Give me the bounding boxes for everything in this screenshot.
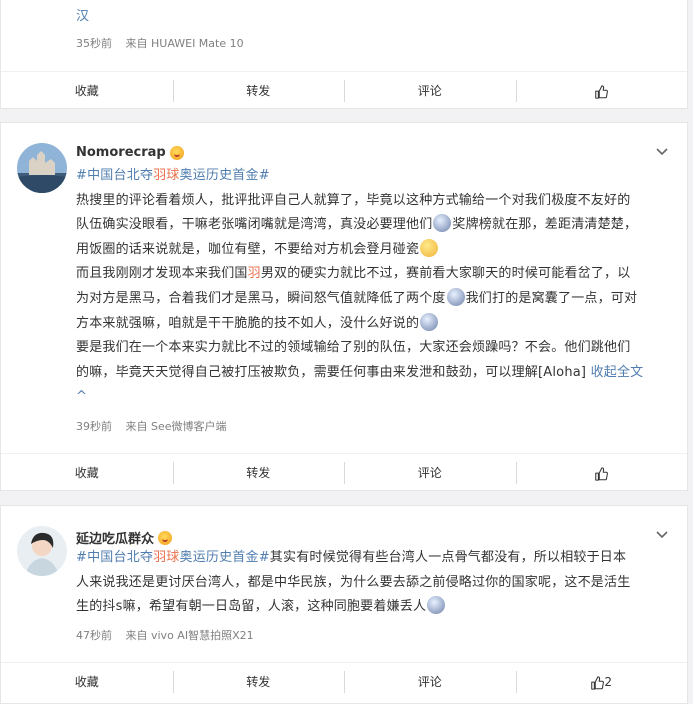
chevron-down-icon[interactable] — [655, 143, 669, 157]
repost-button[interactable]: 转发 — [172, 670, 345, 693]
post-source[interactable]: 来自 vivo AI智慧拍照X21 — [126, 629, 254, 642]
post-source[interactable]: 来自 See微博客户端 — [126, 420, 227, 433]
post-source[interactable]: 来自 HUAWEI Mate 10 — [126, 37, 244, 50]
action-bar: 收藏 转发 评论 — [1, 453, 687, 491]
username[interactable]: 延边吃瓜群众 — [76, 528, 154, 547]
thumbs-up-icon — [594, 466, 609, 481]
action-bar: 收藏 转发 评论 — [1, 71, 687, 109]
favorite-button[interactable]: 收藏 — [1, 80, 173, 102]
post-body: #中国台北夺羽球奥运历史首金# 热搜里的评论看着烦人，批评批评自己人就算了，毕竟… — [76, 168, 644, 405]
like-button[interactable] — [515, 79, 688, 102]
vip-badge-icon — [158, 530, 173, 545]
like-count: 2 — [604, 674, 613, 689]
post-card-3: 延边吃瓜群众 #中国台北夺羽球奥运历史首金#其实有时候觉得有些台湾人一点骨气都没… — [0, 505, 688, 704]
comment-button[interactable]: 评论 — [344, 79, 516, 102]
collapse-arrow[interactable]: ^ — [76, 389, 87, 404]
post-body: #中国台北夺羽球奥运历史首金#其实有时候觉得有些台湾人一点骨气都没有，所以相较于… — [76, 550, 631, 615]
emoji-icon — [446, 287, 465, 306]
chevron-down-icon[interactable] — [655, 526, 669, 540]
hashtag-link[interactable]: #中国台北夺羽球奥运历史首金# — [76, 168, 270, 183]
post-meta: 35秒前 来自 HUAWEI Mate 10 — [76, 35, 254, 51]
post-time[interactable]: 39秒前 — [76, 420, 112, 433]
post-text-tail: 汉 — [76, 9, 90, 24]
favorite-button[interactable]: 收藏 — [1, 462, 173, 484]
post-card-2: Nomorecrap #中国台北夺羽球奥运历史首金# 热搜里的评论看着烦人，批评… — [0, 122, 688, 491]
comment-button[interactable]: 评论 — [344, 670, 516, 693]
emoji-icon — [427, 596, 446, 615]
hashtag-link[interactable]: #中国台北夺羽球奥运历史首金# — [76, 550, 270, 565]
post-time[interactable]: 35秒前 — [76, 37, 112, 50]
post-meta: 39秒前 来自 See微博客户端 — [76, 418, 237, 434]
repost-button[interactable]: 转发 — [172, 79, 345, 102]
action-bar: 收藏 转发 评论 2 — [1, 662, 687, 700]
repost-button[interactable]: 转发 — [172, 461, 345, 484]
username[interactable]: Nomorecrap — [76, 145, 166, 160]
emoji-icon — [420, 312, 439, 331]
post-time[interactable]: 47秒前 — [76, 629, 112, 642]
post-meta: 47秒前 来自 vivo AI智慧拍照X21 — [76, 627, 264, 643]
like-button[interactable] — [515, 461, 688, 484]
thinking-emoji-icon — [420, 238, 439, 257]
favorite-button[interactable]: 收藏 — [1, 671, 173, 693]
emoji-icon — [433, 214, 452, 233]
vip-badge-icon — [169, 145, 184, 160]
thumbs-up-icon — [594, 84, 609, 99]
post-card-1: 汉 35秒前 来自 HUAWEI Mate 10 收藏 转发 评论 — [0, 0, 688, 109]
comment-button[interactable]: 评论 — [344, 461, 516, 484]
avatar[interactable] — [17, 143, 67, 193]
thumbs-up-icon — [590, 675, 605, 690]
like-button[interactable]: 2 — [515, 670, 688, 693]
avatar[interactable] — [17, 526, 67, 576]
collapse-link[interactable]: 收起全文 — [591, 365, 644, 380]
